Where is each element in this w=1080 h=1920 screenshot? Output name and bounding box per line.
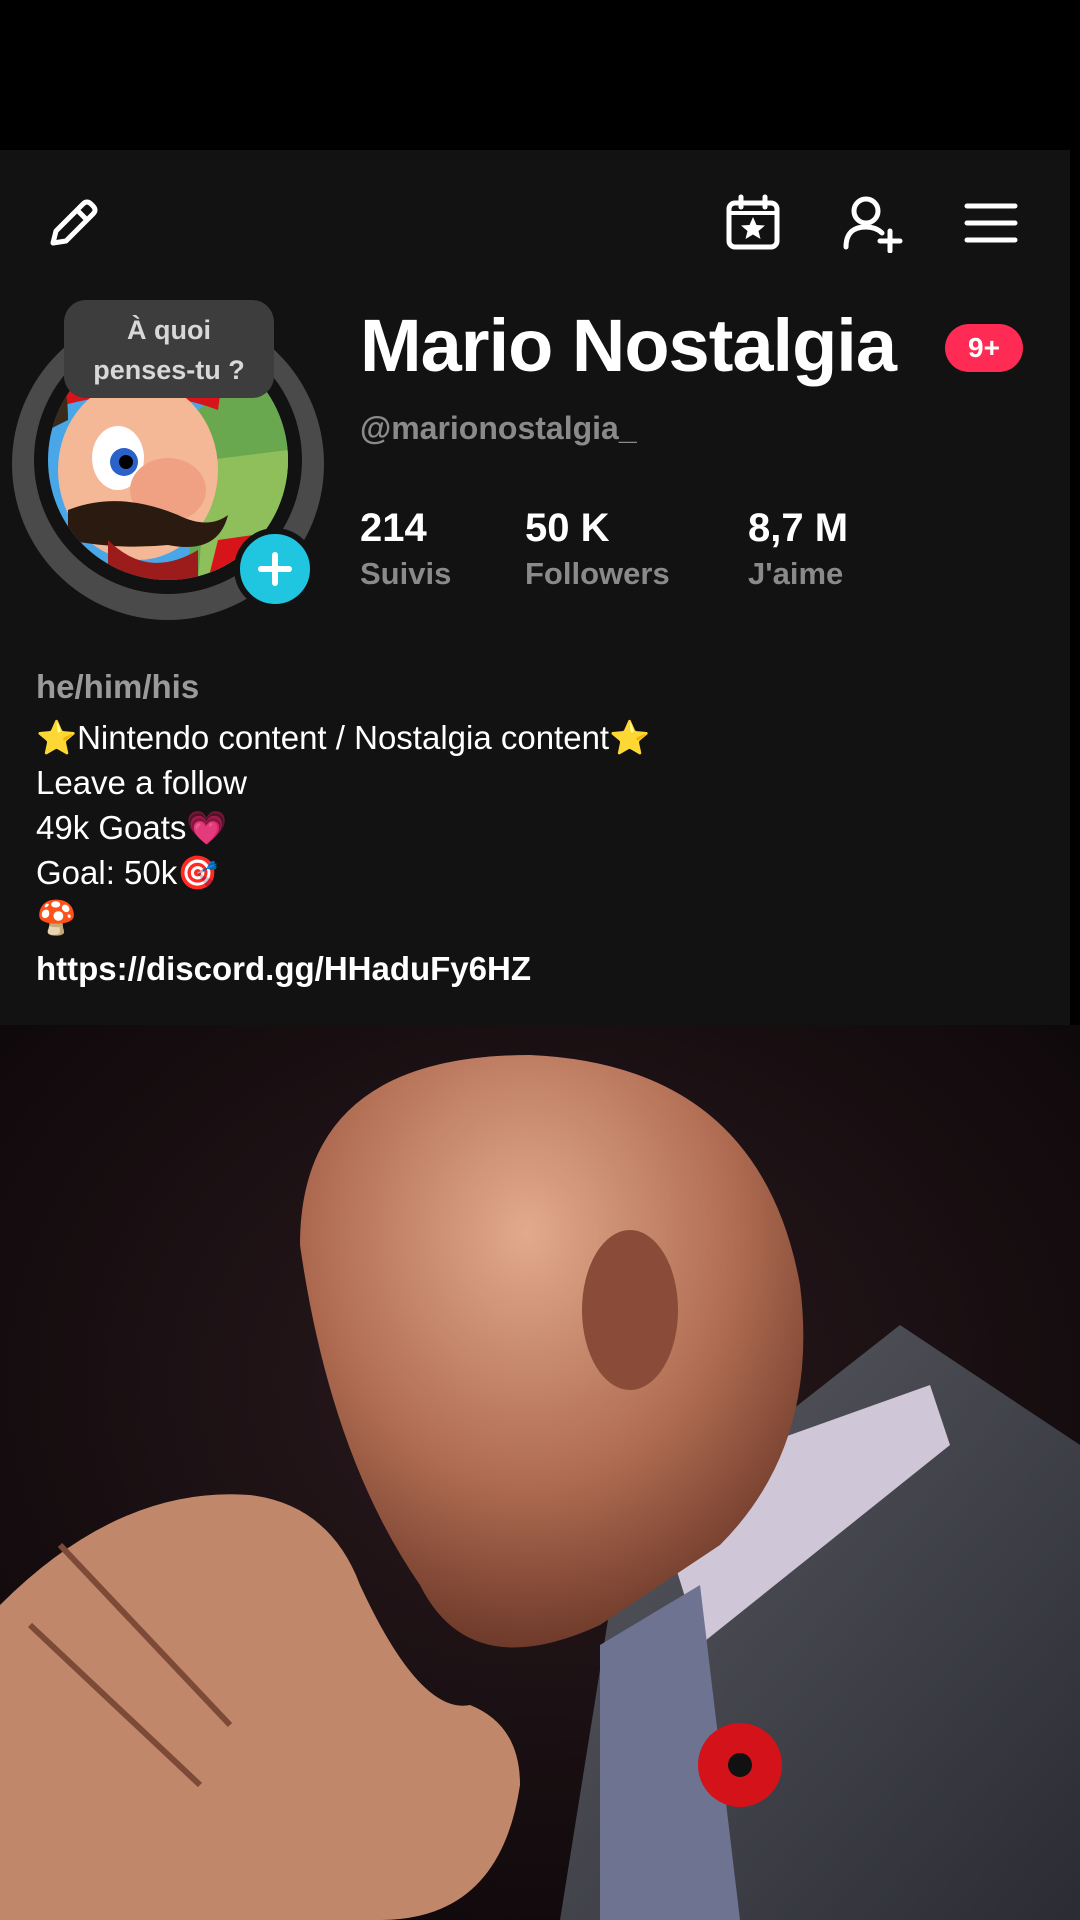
calendar-button[interactable] [720,190,786,256]
thought-bubble[interactable]: À quoi penses-tu ? [64,300,274,398]
video-frame-image [0,1025,1080,1920]
plus-icon [258,552,292,586]
thought-bubble-line-1: À quoi [127,315,211,345]
add-story-button[interactable] [234,528,316,610]
bio-discord-link[interactable]: https://discord.gg/HHaduFy6HZ [36,946,1036,991]
stat-following-value: 214 [360,506,427,550]
stat-followers-label: Followers [525,556,670,591]
stat-likes-label: J'aime [748,556,844,591]
stat-following[interactable]: 214 Suivis [360,504,451,596]
menu-button[interactable] [958,190,1024,256]
bio-line: ⭐Nintendo content / Nostalgia content⭐ [36,719,651,756]
profile-name: Mario Nostalgia [360,304,897,387]
stat-likes-value: 8,7 M [748,506,849,550]
pencil-icon [50,199,98,246]
add-user-icon [843,196,903,253]
bio-pronouns: he/him/his [36,668,200,705]
hamburger-menu-icon [964,203,1018,243]
stat-followers[interactable]: 50 K Followers [525,504,670,596]
stat-likes[interactable]: 8,7 M J'aime [748,504,848,596]
stat-followers-value: 50 K [525,506,610,550]
profile-handle: @marionostalgia_ [360,410,637,446]
add-friend-button[interactable] [838,190,908,256]
bio-line: Goal: 50k🎯 [36,854,219,891]
thought-bubble-line-2: penses-tu ? [93,355,245,385]
calendar-star-icon [726,194,780,250]
bio-line: 49k Goats💗 [36,809,228,846]
video-content[interactable] [0,1025,1080,1920]
edit-profile-button[interactable] [40,190,106,256]
notification-badge[interactable]: 9+ [945,324,1023,372]
stat-following-label: Suivis [360,556,452,591]
profile-bio: he/him/his ⭐Nintendo content / Nostalgia… [36,664,1036,991]
bio-line: Leave a follow [36,764,247,801]
status-bar-area [0,0,1080,150]
bio-line: 🍄 [36,899,78,936]
